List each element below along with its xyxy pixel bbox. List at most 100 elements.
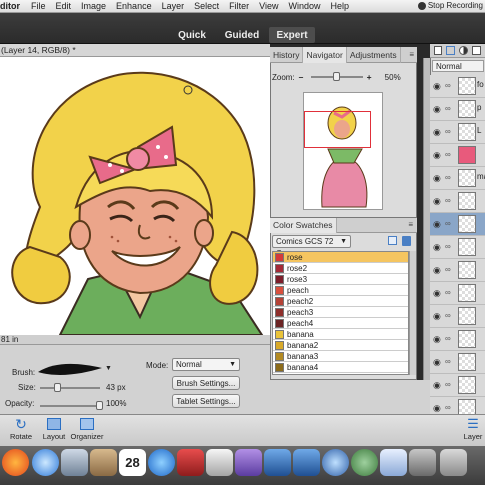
- menu-image[interactable]: Image: [76, 1, 111, 11]
- adjustment-icon[interactable]: [459, 46, 468, 55]
- swatch-row[interactable]: banana2: [273, 340, 408, 351]
- stop-recording[interactable]: Stop Recording: [417, 1, 483, 10]
- mode-quick-button[interactable]: Quick: [172, 27, 212, 43]
- brush-settings-button[interactable]: Brush Settings...: [172, 376, 240, 390]
- itunes-icon[interactable]: [148, 449, 175, 476]
- eye-icon[interactable]: ◉: [433, 150, 443, 160]
- safari-icon[interactable]: [32, 449, 59, 476]
- navigator-view-box[interactable]: [304, 111, 371, 148]
- layer-row[interactable]: ◉ ∞ L: [430, 121, 485, 144]
- layer-row[interactable]: ◉ ∞: [430, 328, 485, 351]
- quicktime-icon[interactable]: [322, 449, 349, 476]
- size-slider[interactable]: [40, 383, 100, 392]
- eye-icon[interactable]: ◉: [433, 196, 443, 206]
- photos-icon[interactable]: [206, 449, 233, 476]
- layer-row[interactable]: ◉ ∞: [430, 282, 485, 305]
- zoom-slider[interactable]: [310, 72, 363, 81]
- eye-icon[interactable]: ◉: [433, 127, 443, 137]
- layer-row[interactable]: ◉ ∞: [430, 236, 485, 259]
- link-icon[interactable]: ∞: [445, 265, 451, 275]
- eye-icon[interactable]: ◉: [433, 288, 443, 298]
- layers-scrollbar[interactable]: [423, 58, 430, 410]
- swatch-row[interactable]: peach: [273, 285, 408, 296]
- layer-blend-mode-select[interactable]: Normal: [432, 60, 484, 72]
- swatch-row[interactable]: peach4: [273, 318, 408, 329]
- photo-booth-icon[interactable]: [177, 449, 204, 476]
- link-icon[interactable]: ∞: [445, 196, 451, 206]
- document-tab[interactable]: (Layer 14, RGB/8) *: [0, 44, 270, 57]
- menu-filter[interactable]: Filter: [224, 1, 254, 11]
- link-icon[interactable]: ∞: [445, 403, 451, 413]
- new-swatch-icon[interactable]: [388, 236, 397, 245]
- brush-dropdown-icon[interactable]: ▼: [105, 365, 112, 372]
- canvas[interactable]: [0, 57, 270, 335]
- tab-history[interactable]: History: [270, 47, 304, 63]
- menu-select[interactable]: Select: [189, 1, 224, 11]
- swatch-row[interactable]: peach2: [273, 296, 408, 307]
- layer-row[interactable]: ◉ ∞: [430, 213, 485, 236]
- menu-window[interactable]: Window: [283, 1, 325, 11]
- calendar-icon[interactable]: 28: [119, 449, 146, 476]
- rotate-button[interactable]: ↻ Rotate: [6, 416, 36, 441]
- zoom-out-icon[interactable]: –: [299, 72, 307, 82]
- menu-edit[interactable]: Edit: [51, 1, 77, 11]
- organizer-button[interactable]: Organizer: [70, 416, 104, 441]
- eye-icon[interactable]: ◉: [433, 357, 443, 367]
- swatch-row[interactable]: banana4: [273, 362, 408, 373]
- time-machine-icon[interactable]: [351, 449, 378, 476]
- layer-row[interactable]: ◉ ∞: [430, 305, 485, 328]
- menu-help[interactable]: Help: [325, 1, 354, 11]
- tab-navigator[interactable]: Navigator: [303, 47, 347, 63]
- layer-row[interactable]: ◉ ∞ fo: [430, 75, 485, 98]
- panel-menu-icon[interactable]: ≡: [408, 220, 413, 229]
- swatch-row[interactable]: rose3: [273, 274, 408, 285]
- link-icon[interactable]: ∞: [445, 219, 451, 229]
- layout-button[interactable]: Layout: [40, 416, 68, 441]
- navigator-preview[interactable]: [303, 92, 383, 210]
- opacity-slider-knob[interactable]: [96, 401, 103, 410]
- layer-row[interactable]: ◉ ∞ p: [430, 98, 485, 121]
- eye-icon[interactable]: ◉: [433, 104, 443, 114]
- panel-menu-icon[interactable]: ≡: [406, 47, 417, 62]
- link-icon[interactable]: ∞: [445, 81, 451, 91]
- system-preferences-icon[interactable]: [409, 449, 436, 476]
- eye-icon[interactable]: ◉: [433, 173, 443, 183]
- size-slider-knob[interactable]: [54, 383, 61, 392]
- eye-icon[interactable]: ◉: [433, 311, 443, 321]
- swatch-row[interactable]: banana: [273, 329, 408, 340]
- elements-organizer-icon[interactable]: [264, 449, 291, 476]
- link-icon[interactable]: ∞: [445, 311, 451, 321]
- menu-enhance[interactable]: Enhance: [111, 1, 157, 11]
- zoom-in-icon[interactable]: +: [367, 72, 377, 82]
- trash-dock-icon[interactable]: [440, 449, 467, 476]
- layer-row[interactable]: ◉ ∞: [430, 190, 485, 213]
- link-icon[interactable]: ∞: [445, 380, 451, 390]
- eye-icon[interactable]: ◉: [433, 380, 443, 390]
- new-layer-icon[interactable]: [434, 46, 442, 55]
- tab-color-swatches[interactable]: Color Swatches: [270, 218, 337, 233]
- facetime-icon[interactable]: [61, 449, 88, 476]
- tablet-settings-button[interactable]: Tablet Settings...: [172, 394, 240, 408]
- app-menu[interactable]: ditor: [0, 1, 26, 11]
- layer-row[interactable]: ◉ ∞: [430, 351, 485, 374]
- preview-icon[interactable]: [380, 449, 407, 476]
- layer-row[interactable]: ◉ ∞: [430, 144, 485, 167]
- swatch-library-select[interactable]: Comics GCS 72 Co... ▼: [272, 235, 351, 258]
- menu-view[interactable]: View: [254, 1, 283, 11]
- mask-icon[interactable]: [472, 46, 481, 55]
- link-icon[interactable]: ∞: [445, 334, 451, 344]
- eye-icon[interactable]: ◉: [433, 81, 443, 91]
- swatch-row[interactable]: rose2: [273, 263, 408, 274]
- trash-icon[interactable]: [402, 236, 411, 246]
- link-icon[interactable]: ∞: [445, 173, 451, 183]
- link-icon[interactable]: ∞: [445, 357, 451, 367]
- layer-row[interactable]: ◉ ∞: [430, 374, 485, 397]
- firefox-icon[interactable]: [2, 449, 29, 476]
- menu-layer[interactable]: Layer: [157, 1, 190, 11]
- layers-toggle-button[interactable]: ☰ Layer: [462, 416, 484, 441]
- premiere-icon[interactable]: [235, 449, 262, 476]
- layer-row[interactable]: ◉ ∞: [430, 259, 485, 282]
- link-icon[interactable]: ∞: [445, 242, 451, 252]
- eye-icon[interactable]: ◉: [433, 334, 443, 344]
- contacts-icon[interactable]: [90, 449, 117, 476]
